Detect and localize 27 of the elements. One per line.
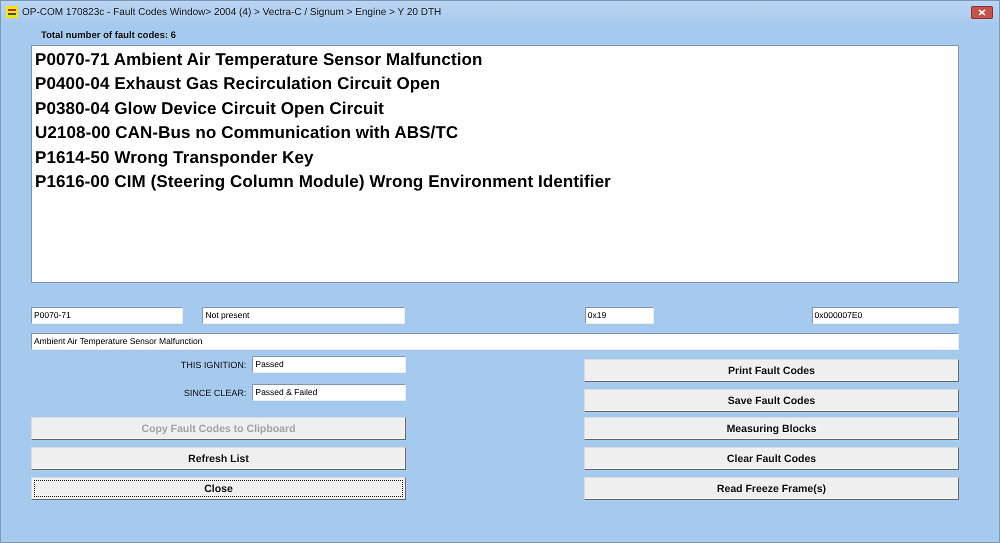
fault-code-item[interactable]: P0400-04 Exhaust Gas Recirculation Circuit Open [35,72,958,97]
fault-code-item[interactable]: U2108-00 CAN-Bus no Communication with ABS/TC [35,121,958,146]
description-field[interactable]: Ambient Air Temperature Sensor Malfunction [31,333,959,350]
action-button[interactable]: Save Fault Codes [584,389,959,412]
ignition-field[interactable]: Passed [252,356,406,373]
app-logo-icon [6,6,18,18]
ignition-field[interactable]: Passed & Failed [252,384,406,401]
action-button[interactable]: Close [31,477,406,500]
window-title: OP-COM 170823c - Fault Codes Window> 2004 (4) > Vectra-C / Signum > Engine > Y 20 DTH [22,6,442,18]
ignition-label: THIS IGNITION: [180,360,248,370]
close-icon [978,8,986,16]
action-button[interactable]: Measuring Blocks [584,417,959,440]
action-button[interactable]: Print Fault Codes [584,359,959,382]
fault-code-item[interactable]: P1614-50 Wrong Transponder Key [35,146,958,170]
ignition-label: SINCE CLEAR: [182,388,248,398]
fault-count-label: Total number of fault codes: 6 [41,30,177,41]
action-button[interactable]: Clear Fault Codes [584,447,959,470]
action-button[interactable]: Refresh List [31,447,406,470]
fault-code-item[interactable]: P1616-00 CIM (Steering Column Module) Wrong Environment Identifier [35,170,958,194]
fault-code-item[interactable]: P0380-04 Glow Device Circuit Open Circuit [35,96,958,122]
code-field[interactable]: P0070-71 [31,307,184,324]
fault-code-item[interactable]: P0070-71 Ambient Air Temperature Sensor Malfunction [35,48,958,72]
address-field[interactable]: 0x000007E0 [812,307,959,324]
close-button[interactable] [971,6,993,18]
value-field[interactable]: 0x19 [584,307,654,324]
action-button[interactable]: Read Freeze Frame(s) [584,477,959,500]
status-field[interactable]: Not present [202,307,405,324]
